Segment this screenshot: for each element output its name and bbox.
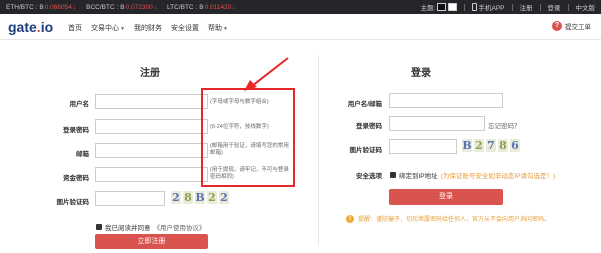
login-button[interactable]: 登录: [389, 189, 503, 205]
section-divider: [318, 55, 319, 245]
logo-text: gate: [8, 19, 37, 35]
ticker-pair: BCC/BTC :: [86, 3, 119, 11]
ticker-value: 0.011420: [204, 3, 232, 11]
captcha-char: 2: [207, 191, 217, 204]
bind-ip-label: 绑定到IP地址: [399, 173, 438, 180]
chevron-down-icon: ▼: [120, 26, 125, 32]
login-password-label: 登录密码: [356, 123, 382, 130]
username-input[interactable]: [95, 94, 208, 109]
login-password-input[interactable]: [389, 116, 485, 131]
divider: [464, 3, 466, 11]
nav-item-label: 交易中心: [91, 25, 119, 32]
nav-item-label: 帮助: [207, 25, 222, 32]
register-button[interactable]: 立即注册: [95, 234, 208, 249]
ticker-item[interactable]: BCC/BTC : B 0.072300 ↓: [86, 4, 157, 11]
agree-checkbox[interactable]: [96, 224, 102, 230]
ticker-bar: ETH/BTC : B 0.066054 ↓ BCC/BTC : B 0.072…: [0, 0, 601, 14]
ticker-pair: LTC/BTC :: [167, 3, 198, 11]
agree-label: 我已阅读并同意: [105, 225, 151, 232]
theme-label: 主题:: [420, 5, 436, 12]
mobile-app-label: 手机APP: [478, 5, 505, 12]
captcha-label: 图片验证码: [56, 199, 90, 206]
btc-symbol: B: [199, 3, 204, 11]
logo[interactable]: gate.io: [8, 19, 53, 35]
password-input[interactable]: [95, 119, 208, 134]
login-captcha-input[interactable]: [389, 139, 457, 154]
ticker-value: 0.066054: [44, 3, 72, 11]
register-title: 注册: [140, 68, 160, 79]
login-username-input[interactable]: [389, 93, 503, 108]
annotation-highlight-box: [201, 88, 295, 187]
security-notice: ! 提醒：谨防骗子，切勿泄露密码给任何人，官方从不会向用户询问密码。: [346, 214, 550, 223]
down-arrow-icon: ↓: [72, 3, 77, 11]
password-label: 登录密码: [63, 127, 89, 134]
logo-tld: io: [40, 19, 54, 35]
down-arrow-icon: ↓: [153, 3, 158, 11]
submit-ticket-label: 提交工单: [565, 24, 591, 31]
submit-ticket-link[interactable]: ? 提交工单: [552, 21, 591, 31]
nav-item-help[interactable]: 帮助▼: [208, 23, 228, 33]
annotation-arrow-icon: [244, 57, 289, 91]
main-nav: gate.io 首页 交易中心▼ 我的财务 安全设置 帮助▼ ? 提交工单: [0, 14, 601, 40]
login-captcha-label: 图片验证码: [349, 147, 383, 154]
bind-ip-checkbox[interactable]: [390, 172, 396, 178]
divider: [539, 3, 541, 11]
captcha-char: 2: [219, 191, 229, 204]
captcha-char: B: [462, 139, 472, 152]
security-notice-text: 提醒：谨防骗子，切勿泄露密码给任何人，官方从不会向用户询问密码。: [358, 217, 551, 223]
phone-icon: [472, 3, 478, 11]
email-input[interactable]: [95, 143, 208, 158]
agree-terms[interactable]: 我已阅读并同意 《用户使用协议》: [96, 222, 206, 232]
topbar-actions: 主题: 手机APP 注册 登录 中文版: [421, 0, 595, 14]
language-switch[interactable]: 中文版: [576, 2, 596, 12]
captcha-char: 8: [498, 139, 508, 152]
captcha-char: 8: [183, 191, 193, 204]
theme-dark-option[interactable]: [437, 3, 447, 11]
captcha-char: 7: [486, 139, 496, 152]
captcha-char: 6: [510, 139, 520, 152]
ticker-item[interactable]: LTC/BTC : B 0.011420 ↓: [167, 4, 235, 11]
ticker-pair: ETH/BTC :: [6, 3, 38, 11]
btc-symbol: B: [39, 3, 44, 11]
login-captcha-image[interactable]: B 2 7 8 6: [462, 139, 520, 152]
captcha-char: 2: [171, 191, 181, 204]
chevron-down-icon: ▼: [222, 26, 228, 32]
theme-light-option[interactable]: [448, 3, 458, 11]
captcha-image[interactable]: 2 8 B 2 2: [171, 191, 229, 204]
captcha-char: 2: [474, 139, 484, 152]
divider: [511, 3, 513, 11]
question-icon: ?: [552, 21, 562, 31]
fund-password-input[interactable]: [95, 167, 208, 182]
divider: [567, 3, 569, 11]
nav-item-finance[interactable]: 我的财务: [134, 23, 162, 33]
login-username-label: 用户名/邮箱: [347, 101, 382, 108]
forgot-password-link[interactable]: 忘记密码？: [488, 120, 521, 130]
bind-ip-option[interactable]: 绑定到IP地址 (为保证账号安全如非动态IP请勾选是！): [390, 170, 555, 180]
down-arrow-icon: ↓: [232, 3, 236, 11]
login-link[interactable]: 登录: [548, 2, 561, 12]
mobile-app-link[interactable]: 手机APP: [472, 2, 505, 12]
nav-item-trade[interactable]: 交易中心▼: [91, 23, 125, 33]
nav-item-home[interactable]: 首页: [68, 23, 82, 33]
username-label: 用户名: [69, 101, 90, 108]
nav-menu: 首页 交易中心▼ 我的财务 安全设置 帮助▼: [68, 23, 228, 33]
security-options-label: 安全选项: [356, 173, 382, 180]
btc-symbol: B: [120, 3, 125, 11]
warning-icon: !: [346, 214, 354, 223]
terms-link[interactable]: 《用户使用协议》: [154, 222, 206, 232]
nav-item-security[interactable]: 安全设置: [171, 23, 199, 33]
register-link[interactable]: 注册: [520, 2, 533, 12]
theme-switcher: 主题:: [421, 2, 458, 12]
email-label: 邮箱: [76, 151, 89, 158]
login-title: 登录: [411, 68, 431, 79]
bind-ip-warning: (为保证账号安全如非动态IP请勾选是！): [440, 173, 556, 180]
captcha-input[interactable]: [95, 191, 165, 206]
ticker-value: 0.072300: [125, 3, 153, 11]
ticker-item[interactable]: ETH/BTC : B 0.066054 ↓: [6, 4, 76, 11]
captcha-char: B: [195, 191, 205, 204]
fund-password-label: 资金密码: [63, 175, 89, 182]
